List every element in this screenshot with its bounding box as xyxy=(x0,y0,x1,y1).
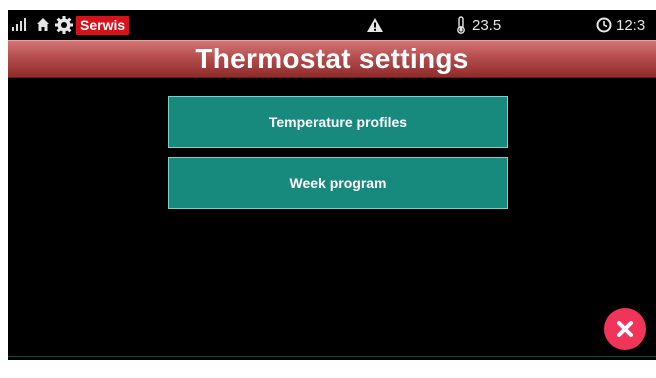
page-title: Thermostat settings xyxy=(8,40,656,78)
clock-icon xyxy=(596,17,612,33)
thermometer-icon xyxy=(457,16,465,34)
status-bar: Serwis 23.5 12:3 xyxy=(8,10,656,40)
week-program-button[interactable]: Week program xyxy=(168,157,508,209)
clock-indicator: 12:3 xyxy=(596,10,645,40)
signal-bars-icon xyxy=(12,10,28,40)
temperature-value: 23.5 xyxy=(472,16,502,34)
bottom-divider xyxy=(8,356,656,357)
temperature-profiles-button[interactable]: Temperature profiles xyxy=(168,96,508,148)
close-button[interactable] xyxy=(604,308,646,350)
service-mode-badge: Serwis xyxy=(76,16,130,35)
time-value: 12:3 xyxy=(616,16,646,34)
temperature-indicator: 23.5 xyxy=(456,10,501,40)
warning-triangle-icon xyxy=(366,10,384,40)
thermostat-screen: Serwis 23.5 12:3 Thermostat settings Tem… xyxy=(8,10,656,360)
close-icon xyxy=(617,321,633,337)
gear-icon xyxy=(54,10,74,40)
home-icon xyxy=(36,10,50,40)
